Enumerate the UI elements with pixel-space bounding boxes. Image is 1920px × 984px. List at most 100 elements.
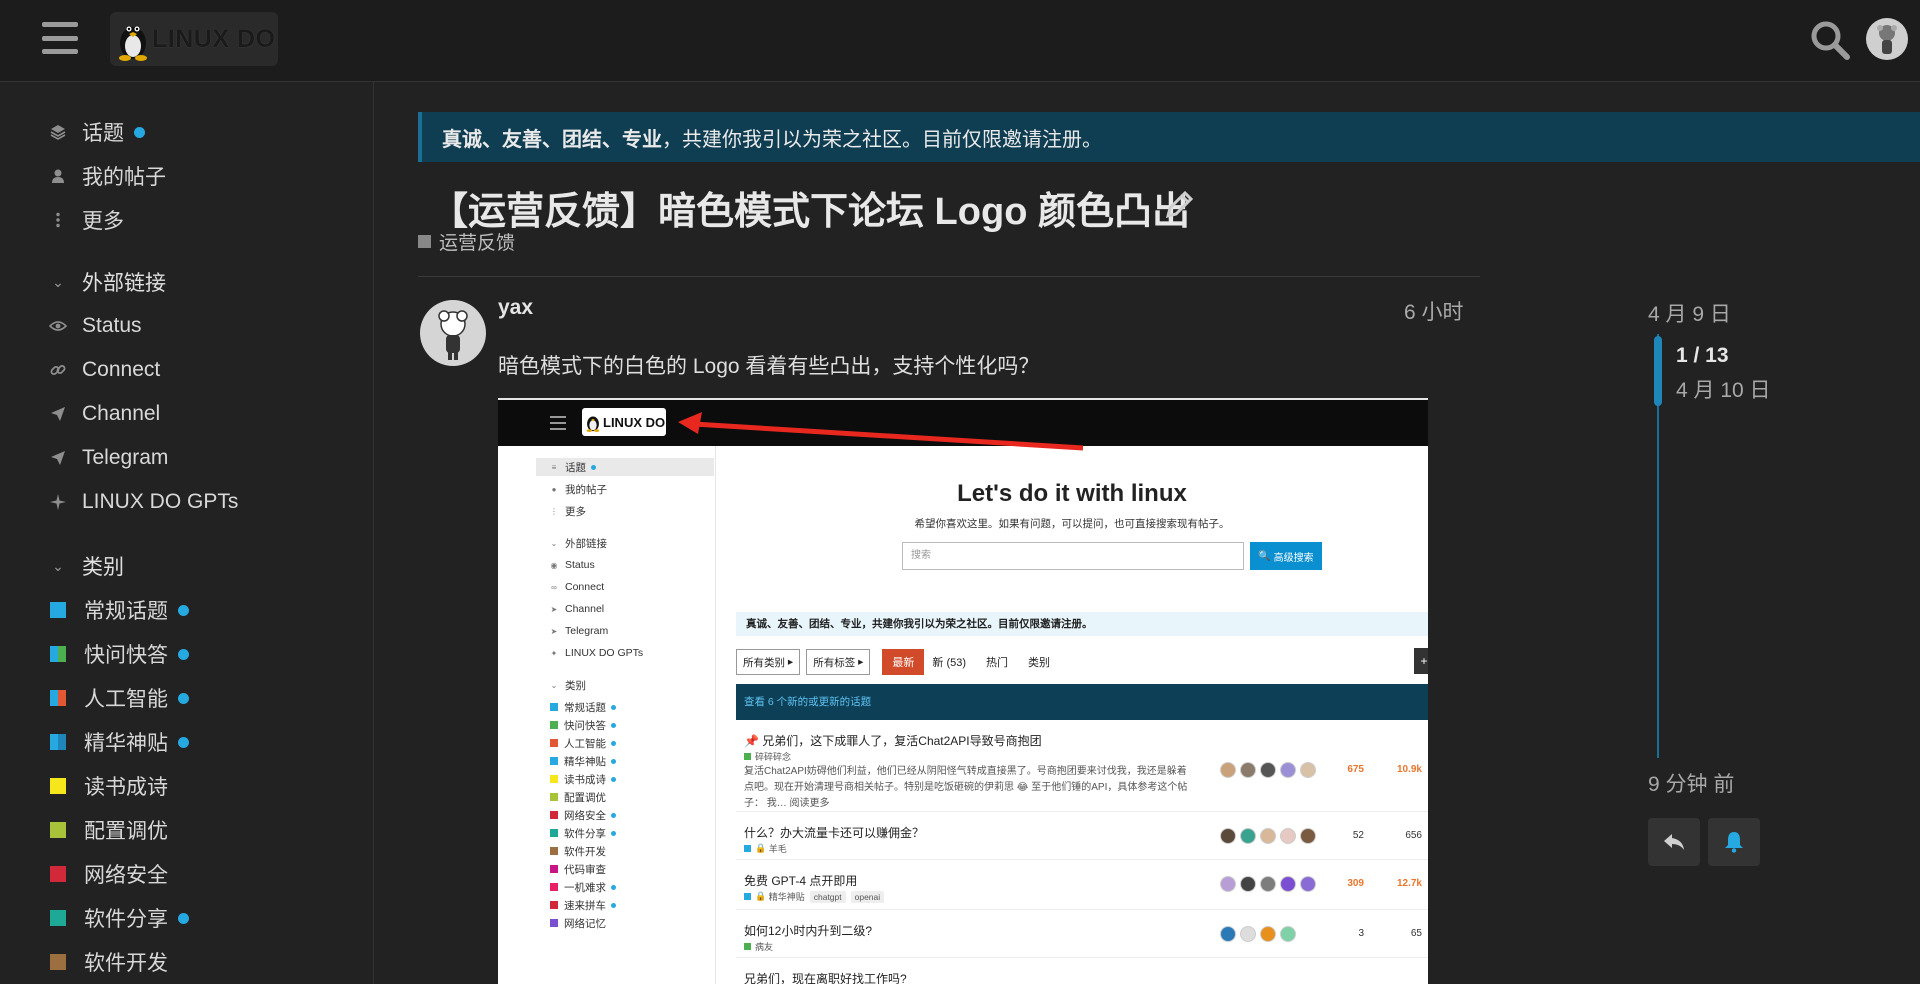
unread-dot <box>134 126 145 138</box>
image-all-categories: 所有类别 ▸ <box>736 649 801 675</box>
plus-icon: + <box>1414 648 1428 674</box>
sidebar-category-reading[interactable]: 读书成诗 <box>48 770 168 802</box>
category-label: 软件分享 <box>84 908 168 931</box>
label: 代码审查 <box>564 863 606 876</box>
topic-excerpt: 复活Chat2API妨碍他们利益，他们已经从阴阳怪气转成直接黑了。号商抱团要来讨… <box>744 766 1188 809</box>
category-badge <box>418 235 431 248</box>
image-tab-latest: 最新 <box>882 649 925 675</box>
chevron-down-icon: ⌄ <box>550 680 558 690</box>
sidebar-item-more[interactable]: 更多 <box>48 204 124 236</box>
sidebar-category-security[interactable]: 网络安全 <box>48 858 168 890</box>
image-hero-subtitle: 希望你喜欢这里。如果有问题，可以提问，也可直接搜索现有帖子。 <box>914 518 1230 530</box>
category-label: 人工智能 <box>84 688 168 711</box>
topic-category: 🔒 精华神贴 chatgpt openai <box>744 890 885 903</box>
section-external-links[interactable]: ⌄ 外部链接 <box>48 266 166 298</box>
announcement-banner: 真诚、友善、团结、专业 ，共建你我引以为荣之社区。目前仅限邀请注册。 <box>418 112 1920 162</box>
category-badge <box>550 739 558 747</box>
image-category: 网络安全 <box>550 806 616 824</box>
sidebar-item-label: Status <box>82 314 142 337</box>
sidebar-item-my-posts[interactable]: 我的帖子 <box>48 160 166 192</box>
label: Connect <box>565 581 605 593</box>
sidebar-category-dev[interactable]: 软件开发 <box>48 946 168 978</box>
sidebar-item-channel[interactable]: Channel <box>48 398 160 430</box>
label: 软件开发 <box>564 845 606 858</box>
label: 快问快答 <box>564 719 606 732</box>
timeline-last-activity[interactable]: 9 分钟 前 <box>1648 768 1734 798</box>
paper-plane-icon <box>48 448 68 468</box>
avatar-icon <box>1877 25 1897 54</box>
poster-avatars <box>1220 876 1320 892</box>
post-date[interactable]: 6 小时 <box>1404 296 1464 326</box>
sidebar-item-label: Connect <box>82 358 161 381</box>
tux-logo-icon <box>119 26 147 61</box>
post-image[interactable]: LINUX DO ≡ 话题 ● 我的帖子 ⋮ 更多 ⌄ 外部链接 ◉ Status ∞ Co… <box>498 398 1428 984</box>
label: 读书成诗 <box>564 773 606 786</box>
site-logo[interactable]: LINUX DO <box>110 12 278 66</box>
sidebar-category-qa[interactable]: 快问快答 <box>48 638 189 670</box>
sidebar-item-label: Telegram <box>82 446 169 469</box>
label: 所有类别 <box>743 656 785 669</box>
category-badge <box>744 845 751 852</box>
sidebar-category-config[interactable]: 配置调优 <box>48 814 168 846</box>
sidebar-item-telegram[interactable]: Telegram <box>48 442 168 474</box>
topic-title[interactable]: 【运营反馈】暗色模式下论坛 Logo 颜色凸出 <box>430 180 1190 235</box>
sidebar-item-connect[interactable]: Connect <box>48 354 160 386</box>
tag: openai <box>850 890 885 903</box>
timeline-start-date[interactable]: 4 月 9 日 <box>1648 298 1731 328</box>
sidebar-item-status[interactable]: Status <box>48 310 142 342</box>
user-icon: ● <box>551 484 557 494</box>
section-label: 外部链接 <box>82 272 166 295</box>
lock-icon <box>50 734 66 750</box>
pencil-icon[interactable] <box>1162 188 1196 222</box>
notification-button[interactable] <box>1708 818 1760 866</box>
topic-title: 如何12小时内升到二级? <box>744 924 873 938</box>
image-sidebar-section: ⌄ 类别 <box>550 676 586 694</box>
post-author-avatar[interactable] <box>420 300 486 366</box>
layers-icon <box>48 122 68 142</box>
section-categories[interactable]: ⌄ 类别 <box>48 550 124 582</box>
image-sidebar-item: ⋮ 更多 <box>550 502 586 520</box>
link-icon <box>48 360 68 380</box>
label: 更多 <box>565 505 586 518</box>
label: 兄弟们，这下成罪人了，复活Chat2API导致号商抱团 <box>762 734 1042 748</box>
reply-button[interactable] <box>1648 818 1700 866</box>
sidebar-item-label: 我的帖子 <box>82 166 166 189</box>
label: 软件分享 <box>564 827 606 840</box>
banner-text: ，共建你我引以为荣之社区。目前仅限邀请注册。 <box>662 128 1102 151</box>
sidebar-item-gpts[interactable]: LINUX DO GPTs <box>48 486 238 518</box>
category-badge <box>550 703 558 711</box>
topic-category-link[interactable]: 运营反馈 <box>418 228 515 255</box>
topic-category: 病友 <box>744 940 773 953</box>
sparkle-icon <box>48 492 68 512</box>
image-topic-row: 📌 兄弟们，这下成罪人了，复活Chat2API导致号商抱团 碎碎碎念 复活Cha… <box>736 726 1428 812</box>
image-category: 常规话题 <box>550 698 616 716</box>
image-sidebar-section: ⌄ 外部链接 <box>550 534 607 552</box>
label: LINUX DO GPTs <box>565 647 644 659</box>
image-category: 精华神贴 <box>550 752 616 770</box>
reply-count: 675 <box>1347 764 1364 775</box>
category-badge <box>50 954 66 970</box>
label: 所有标签 <box>813 656 856 669</box>
sidebar-category-general[interactable]: 常规话题 <box>48 594 189 626</box>
sidebar-category-featured[interactable]: 精华神贴 <box>48 726 189 758</box>
unread-dot <box>591 464 596 470</box>
search-icon[interactable] <box>1808 18 1852 62</box>
site-header: LINUX DO <box>0 0 1920 82</box>
user-avatar[interactable] <box>1866 18 1908 60</box>
avatar-icon <box>438 310 468 360</box>
sidebar-category-ai[interactable]: 人工智能 <box>48 682 189 714</box>
unread-dot <box>178 736 189 748</box>
hamburger-menu-button[interactable] <box>42 22 78 54</box>
sidebar-category-software[interactable]: 软件分享 <box>48 902 189 934</box>
image-topic-row: 免费 GPT-4 点开即用 🔒 精华神贴 chatgpt openai 309 12… <box>736 862 1428 910</box>
logo-text: LINUX DO <box>152 24 276 53</box>
banner-bold-text: 真诚、友善、团结、专业 <box>442 128 662 151</box>
category-badge <box>550 919 558 927</box>
label: 速来拼车 <box>564 899 606 912</box>
timeline-handle[interactable] <box>1654 336 1662 406</box>
post-author-name[interactable]: yax <box>498 296 533 320</box>
sidebar-item-topics[interactable]: 话题 <box>48 116 145 148</box>
unread-dot <box>611 812 616 818</box>
poster-avatars <box>1220 926 1300 942</box>
image-sidebar-item: ➤ Channel <box>550 600 604 618</box>
